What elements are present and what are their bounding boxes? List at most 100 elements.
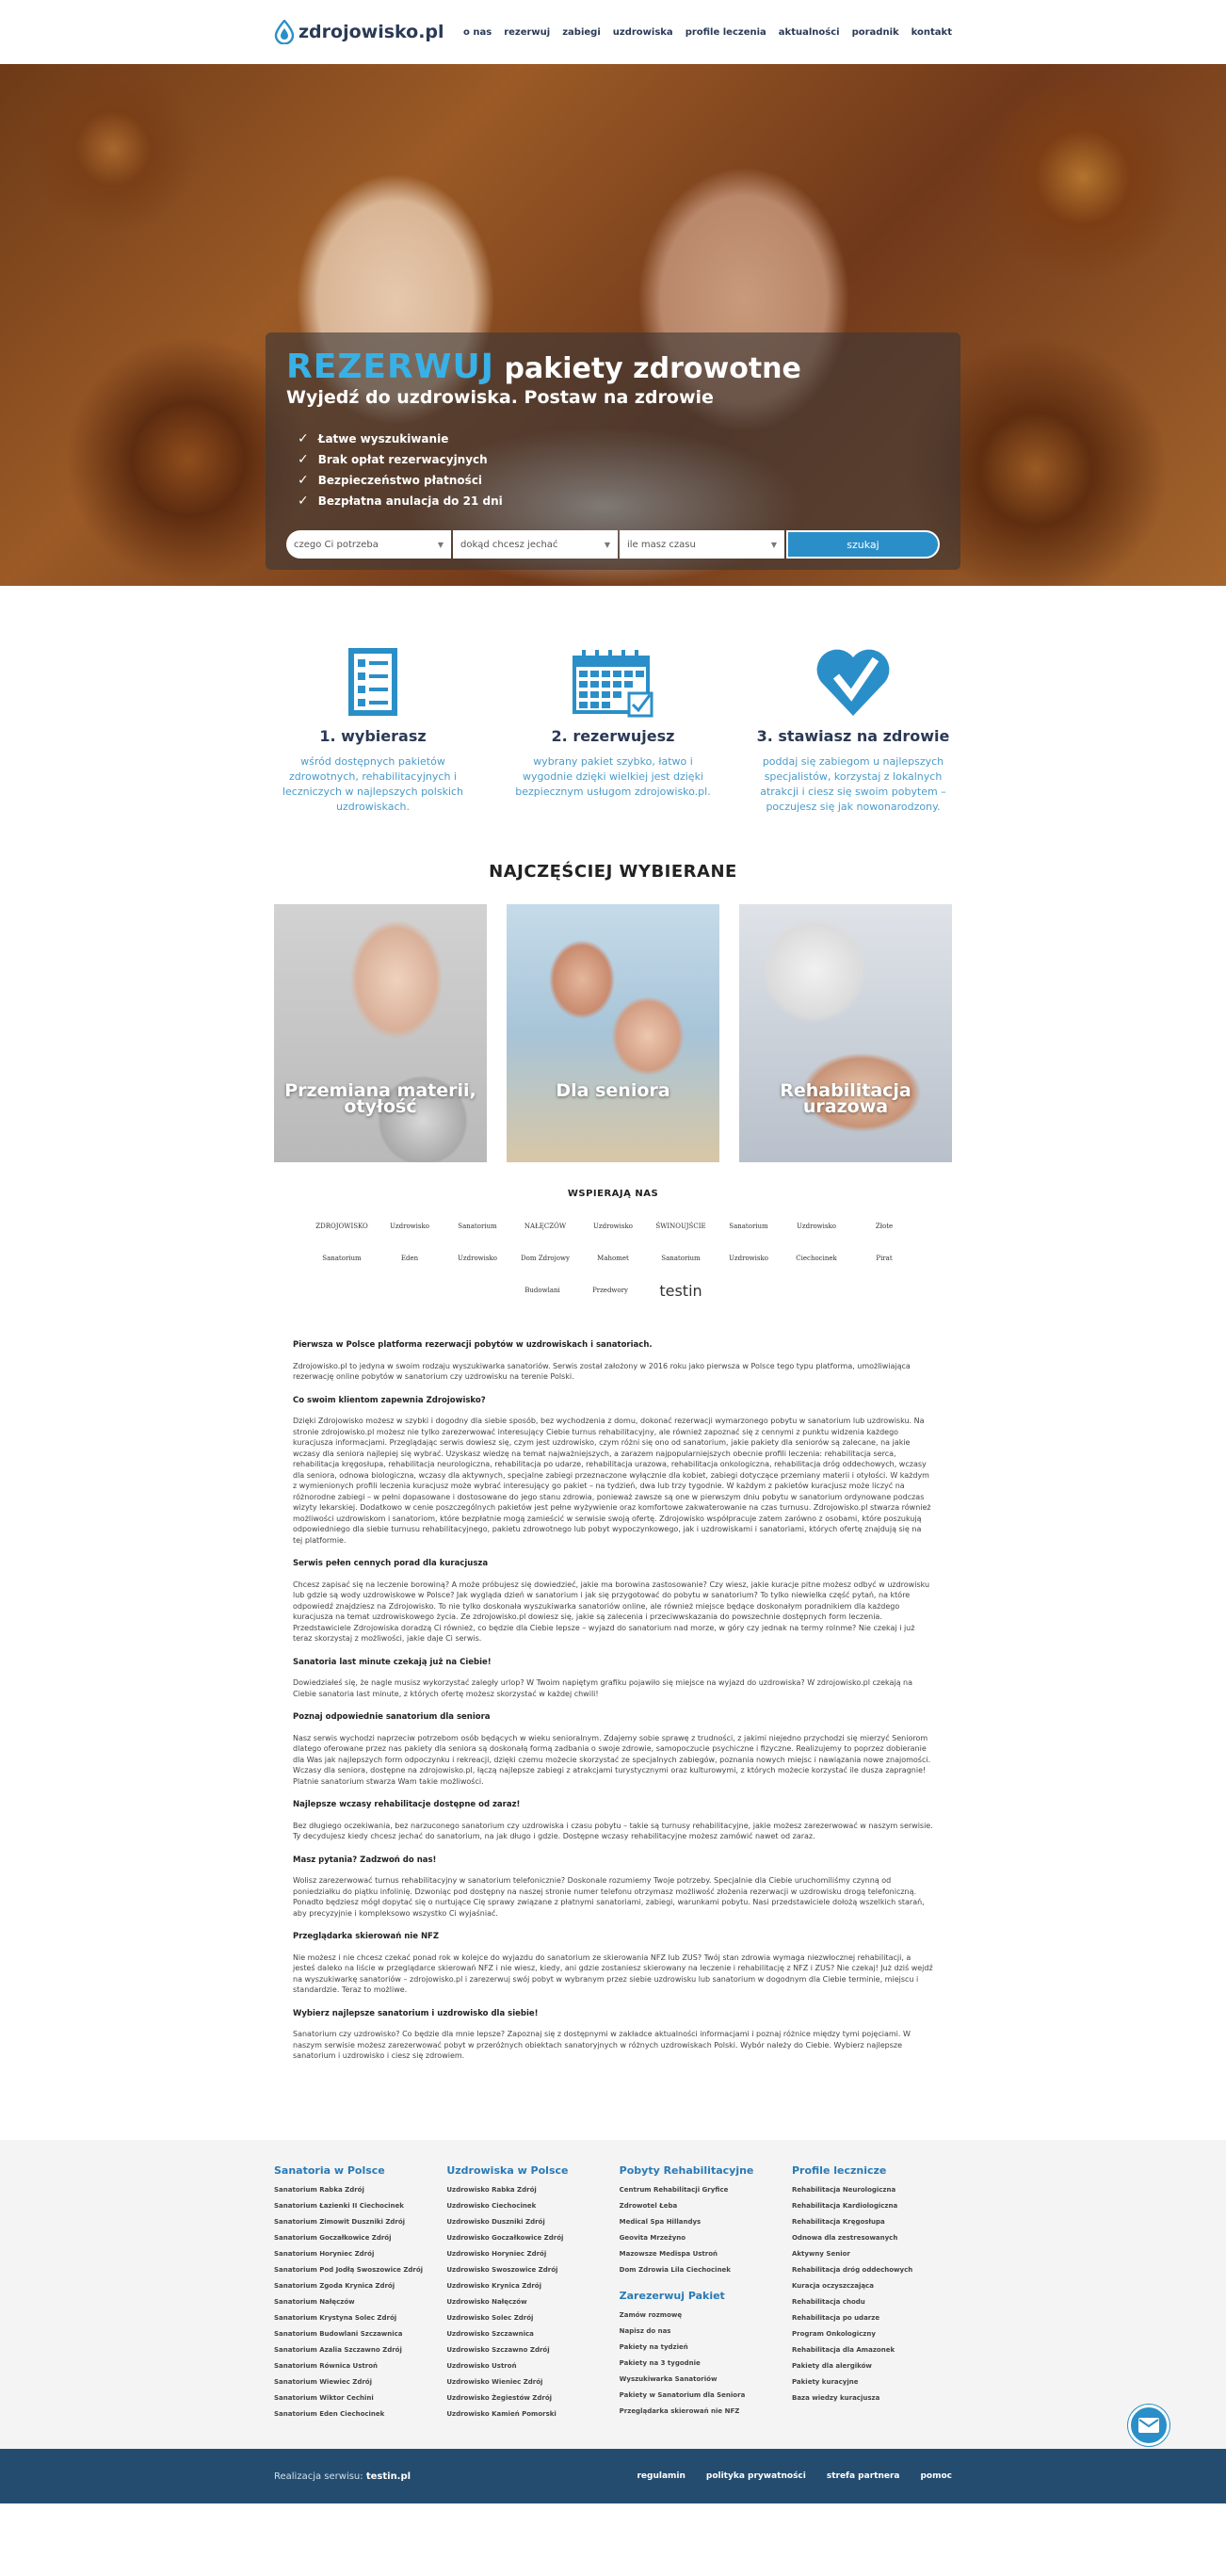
footer-link[interactable]: Sanatorium Zgoda Krynica Zdrój — [274, 2282, 434, 2298]
footer-link[interactable]: Uzdrowisko Horyniec Zdrój — [446, 2250, 606, 2266]
logo[interactable]: zdrojowisko.pl — [274, 20, 444, 44]
sponsor-logo[interactable]: Eden — [384, 1246, 435, 1271]
footer-link[interactable]: Rehabilitacja dróg oddechowych — [792, 2266, 952, 2282]
footer-link[interactable]: Program Onkologiczny — [792, 2330, 952, 2346]
footer-link[interactable]: Sanatorium Wiktor Cechini — [274, 2394, 434, 2410]
sponsor-logo[interactable]: Uzdrowisko — [452, 1246, 503, 1271]
footer-link[interactable]: Uzdrowisko Solec Zdrój — [446, 2314, 606, 2330]
footer-link[interactable]: Uzdrowisko Duszniki Zdrój — [446, 2218, 606, 2234]
footer-link[interactable]: Sanatorium Pod Jodłą Swoszowice Zdrój — [274, 2266, 434, 2282]
footer-link[interactable]: Uzdrowisko Żegiestów Zdrój — [446, 2394, 606, 2410]
footer-link[interactable]: Centrum Rehabilitacji Gryfice — [620, 2186, 780, 2202]
footer-link[interactable]: Uzdrowisko Goczałkowice Zdrój — [446, 2234, 606, 2250]
footer-link[interactable]: Pakiety na tydzień — [620, 2343, 780, 2359]
sponsor-logo[interactable]: NAŁĘCZÓW — [520, 1214, 571, 1239]
link-help[interactable]: pomoc — [920, 2471, 952, 2481]
footer-link[interactable]: Odnowa dla zestresowanych — [792, 2234, 952, 2250]
time-select[interactable]: ile masz czasu ▼ — [620, 530, 784, 559]
sponsor-logo[interactable]: testin — [653, 1278, 709, 1303]
footer-link[interactable]: Rehabilitacja Kręgosłupa — [792, 2218, 952, 2234]
footer-link[interactable]: Uzdrowisko Rabka Zdrój — [446, 2186, 606, 2202]
sponsor-logo[interactable]: Sanatorium — [452, 1214, 503, 1239]
nav-poradnik[interactable]: poradnik — [852, 27, 899, 38]
credit-link[interactable]: testin.pl — [366, 2471, 411, 2482]
footer-link[interactable]: Sanatorium Horyniec Zdrój — [274, 2250, 434, 2266]
footer-link[interactable]: Geovita Mrzeżyno — [620, 2234, 780, 2250]
footer-link[interactable]: Sanatorium Budowlani Szczawnica — [274, 2330, 434, 2346]
footer-link[interactable]: Aktywny Senior — [792, 2250, 952, 2266]
footer-link[interactable]: Uzdrowisko Ustroń — [446, 2362, 606, 2378]
footer-link[interactable]: Uzdrowisko Krynica Zdrój — [446, 2282, 606, 2298]
footer-link[interactable]: Rehabilitacja dla Amazonek — [792, 2346, 952, 2362]
footer-link[interactable]: Uzdrowisko Nałęczów — [446, 2298, 606, 2314]
footer-link[interactable]: Uzdrowisko Ciechocinek — [446, 2202, 606, 2218]
footer-link[interactable]: Pakiety w Sanatorium dla Seniora — [620, 2391, 780, 2407]
footer-link[interactable]: Sanatorium Eden Ciechocinek — [274, 2410, 434, 2426]
footer-link[interactable]: Mazowsze Medispa Ustroń — [620, 2250, 780, 2266]
footer-link[interactable]: Sanatorium Nałęczów — [274, 2298, 434, 2314]
sponsor-logo[interactable]: Przedwory — [585, 1278, 636, 1303]
nav-kontakt[interactable]: kontakt — [911, 27, 952, 38]
sponsor-logo[interactable]: Uzdrowisko — [588, 1214, 638, 1239]
link-partner[interactable]: strefa partnera — [827, 2471, 900, 2481]
footer-link[interactable]: Sanatorium Krystyna Solec Zdrój — [274, 2314, 434, 2330]
footer-link[interactable]: Rehabilitacja chodu — [792, 2298, 952, 2314]
sponsor-logo[interactable]: Uzdrowisko — [384, 1214, 435, 1239]
nav-o-nas[interactable]: o nas — [463, 27, 492, 38]
footer-link[interactable]: Sanatorium Wiewiec Zdrój — [274, 2378, 434, 2394]
need-select[interactable]: czego Ci potrzeba ▼ — [286, 530, 451, 559]
footer-link[interactable]: Sanatorium Zimowit Duszniki Zdrój — [274, 2218, 434, 2234]
sponsor-logo[interactable]: Sanatorium — [316, 1246, 367, 1271]
sponsor-logo[interactable]: Dom Zdrojowy — [520, 1246, 571, 1271]
nav-profile-leczenia[interactable]: profile leczenia — [686, 27, 766, 38]
footer-link[interactable]: Medical Spa Hillandys — [620, 2218, 780, 2234]
sponsor-logo[interactable]: Ciechocinek — [791, 1246, 842, 1271]
nav-aktualnosci[interactable]: aktualności — [779, 27, 840, 38]
footer-link[interactable]: Pakiety na 3 tygodnie — [620, 2359, 780, 2375]
footer-link[interactable]: Sanatorium Równica Ustroń — [274, 2362, 434, 2378]
footer-link[interactable]: Dom Zdrowia Lila Ciechocinek — [620, 2266, 780, 2282]
footer-link[interactable]: Sanatorium Goczałkowice Zdrój — [274, 2234, 434, 2250]
link-regulamin[interactable]: regulamin — [637, 2471, 685, 2481]
card-senior[interactable]: Dla seniora — [507, 904, 719, 1162]
search-button[interactable]: szukaj — [786, 530, 940, 559]
sponsor-logo[interactable]: Budowlani — [517, 1278, 568, 1303]
card-metabolism[interactable]: Przemiana materii, otyłość — [274, 904, 487, 1162]
nav-zabiegi[interactable]: zabiegi — [562, 27, 601, 38]
sponsor-logo[interactable]: ŚWINOUJŚCIE — [655, 1214, 706, 1239]
footer-link[interactable]: Baza wiedzy kuracjusza — [792, 2394, 952, 2410]
sponsor-logo[interactable]: Uzdrowisko — [791, 1214, 842, 1239]
footer-link[interactable]: Zdrowotel Łeba — [620, 2202, 780, 2218]
footer-link[interactable]: Uzdrowisko Swoszowice Zdrój — [446, 2266, 606, 2282]
link-privacy[interactable]: polityka prywatności — [706, 2471, 806, 2481]
footer-link[interactable]: Uzdrowisko Wieniec Zdrój — [446, 2378, 606, 2394]
footer-link[interactable]: Sanatorium Azalia Szczawno Zdrój — [274, 2346, 434, 2362]
footer-link[interactable]: Uzdrowisko Szczawnica — [446, 2330, 606, 2346]
footer-link[interactable]: Uzdrowisko Szczawno Zdrój — [446, 2346, 606, 2362]
footer-link[interactable]: Rehabilitacja po udarze — [792, 2314, 952, 2330]
footer-link[interactable]: Sanatorium Rabka Zdrój — [274, 2186, 434, 2202]
contact-mail-button[interactable] — [1128, 2405, 1170, 2446]
footer-link[interactable]: Napisz do nas — [620, 2327, 780, 2343]
footer-link[interactable]: Sanatorium Łazienki II Ciechocinek — [274, 2202, 434, 2218]
sponsor-logo[interactable]: Złote — [859, 1214, 910, 1239]
sponsor-logo[interactable]: Uzdrowisko — [723, 1246, 774, 1271]
footer-link[interactable]: Pakiety kuracyjne — [792, 2378, 952, 2394]
sponsor-logo[interactable]: Sanatorium — [655, 1246, 706, 1271]
sponsor-logo[interactable]: ZDROJOWISKO — [315, 1214, 368, 1239]
footer-link[interactable]: Uzdrowisko Kamień Pomorski — [446, 2410, 606, 2426]
footer-link[interactable]: Pakiety dla alergików — [792, 2362, 952, 2378]
nav-rezerwuj[interactable]: rezerwuj — [504, 27, 550, 38]
footer-link[interactable]: Kuracja oczyszczająca — [792, 2282, 952, 2298]
where-select[interactable]: dokąd chcesz jechać ▼ — [453, 530, 618, 559]
footer-link[interactable]: Przeglądarka skierowań nie NFZ — [620, 2407, 780, 2423]
footer-link[interactable]: Wyszukiwarka Sanatoriów — [620, 2375, 780, 2391]
footer-link[interactable]: Zamów rozmowę — [620, 2311, 780, 2327]
card-rehab[interactable]: Rehabilitacja urazowa — [739, 904, 952, 1162]
sponsor-logo[interactable]: Mahomet — [588, 1246, 638, 1271]
footer-link[interactable]: Rehabilitacja Neurologiczna — [792, 2186, 952, 2202]
sponsor-logo[interactable]: Sanatorium — [723, 1214, 774, 1239]
footer-link[interactable]: Rehabilitacja Kardiologiczna — [792, 2202, 952, 2218]
sponsor-logo[interactable]: Pirat — [859, 1246, 910, 1271]
nav-uzdrowiska[interactable]: uzdrowiska — [613, 27, 673, 38]
